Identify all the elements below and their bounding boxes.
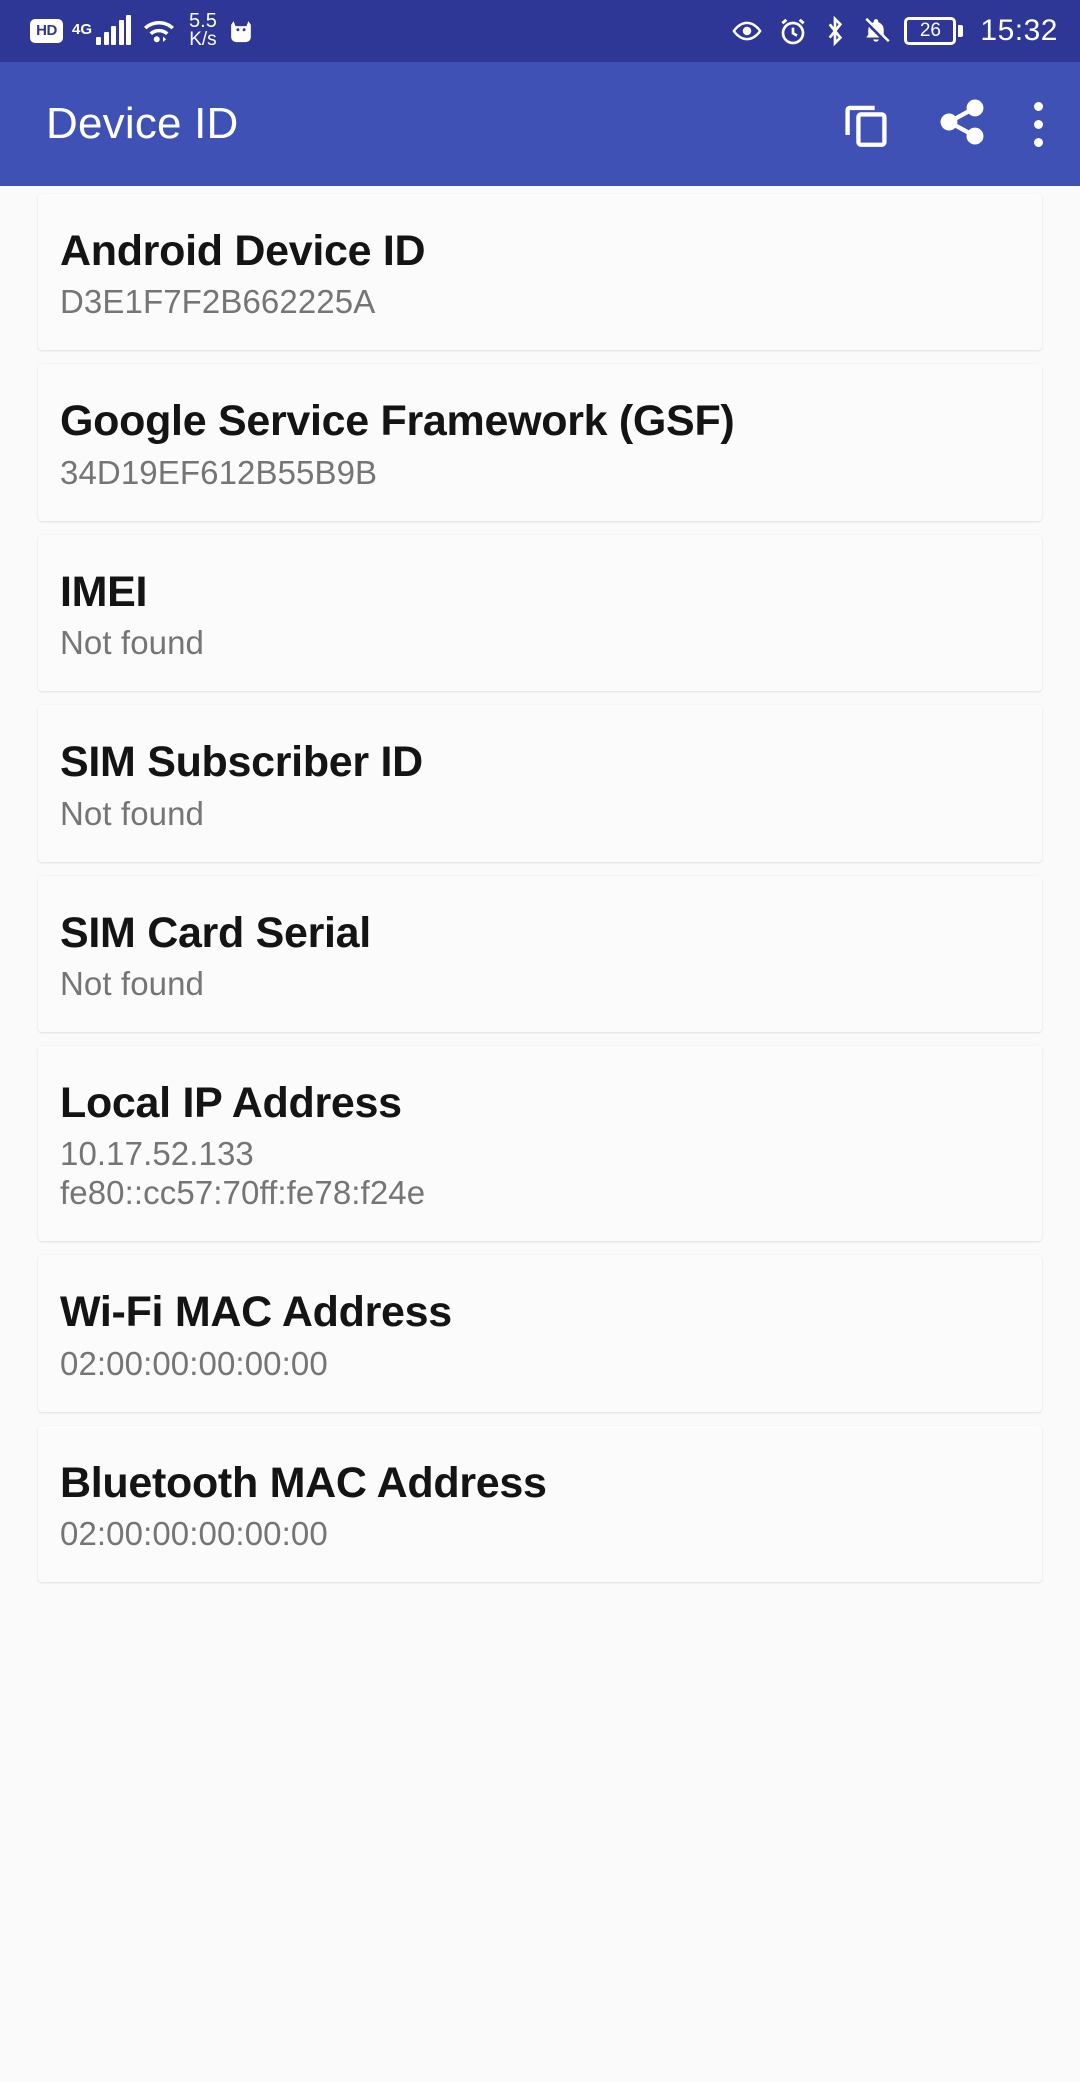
share-icon bbox=[936, 96, 988, 153]
info-card-label: SIM Card Serial bbox=[60, 908, 371, 957]
info-card-value: 34D19EF612B55B9B bbox=[60, 453, 378, 491]
info-card[interactable]: Android Device ID D3E1F7F2B662225A bbox=[38, 194, 1042, 351]
status-bar-right-icons: 26 15:32 bbox=[730, 14, 1058, 48]
info-card-label: Wi-Fi MAC Address bbox=[60, 1288, 452, 1337]
info-card-value: Not found bbox=[60, 964, 205, 1002]
info-card[interactable]: Wi-Fi MAC Address 02:00:00:00:00:00 bbox=[38, 1255, 1042, 1412]
info-card-label: SIM Subscriber ID bbox=[60, 738, 423, 787]
network-type-label: 4G bbox=[72, 21, 93, 39]
info-card-values: D3E1F7F2B662225A bbox=[38, 283, 1042, 322]
info-card-value: 02:00:00:00:00:00 bbox=[60, 1515, 328, 1552]
info-card-label: Google Service Framework (GSF) bbox=[60, 397, 735, 446]
info-card-value: Not found bbox=[60, 794, 205, 832]
overflow-menu-icon bbox=[1033, 101, 1043, 111]
info-card-value: 10.17.52.133 bbox=[60, 1135, 254, 1173]
signal-bars-icon bbox=[96, 14, 132, 45]
info-card-label: Bluetooth MAC Address bbox=[60, 1458, 547, 1507]
info-card[interactable]: Bluetooth MAC Address 02:00:00:00:00:00 bbox=[38, 1425, 1042, 1582]
battery-tip bbox=[958, 25, 964, 37]
wifi-icon bbox=[140, 16, 178, 46]
data-speed-unit: K/s bbox=[189, 29, 217, 51]
alarm-clock-icon bbox=[777, 15, 809, 47]
info-card-label: Local IP Address bbox=[60, 1078, 402, 1127]
eye-icon bbox=[730, 16, 764, 46]
info-card-values: Not found bbox=[38, 624, 1042, 663]
overflow-menu-icon bbox=[1033, 119, 1043, 129]
battery-level-label: 26 bbox=[904, 17, 957, 45]
info-card-value: Not found bbox=[60, 624, 205, 662]
info-card[interactable]: SIM Subscriber ID Not found bbox=[38, 705, 1042, 862]
clock-label: 15:32 bbox=[980, 14, 1058, 47]
info-card[interactable]: Google Service Framework (GSF) 34D19EF612… bbox=[38, 364, 1042, 521]
info-card-values: 02:00:00:00:00:00 bbox=[38, 1345, 1042, 1384]
page-title: Device ID bbox=[46, 99, 239, 148]
info-card-value: D3E1F7F2B662225A bbox=[60, 283, 376, 321]
cat-notification-icon bbox=[226, 15, 256, 47]
info-card-values: 34D19EF612B55B9B bbox=[38, 454, 1042, 493]
copy-icon bbox=[840, 96, 892, 153]
info-card-values: Not found bbox=[38, 965, 1042, 1004]
hd-voice-icon: HD bbox=[30, 18, 63, 43]
info-card-label: Android Device ID bbox=[60, 227, 426, 275]
overflow-menu-icon bbox=[1033, 137, 1043, 147]
data-speed-indicator: 5.5 K/s bbox=[189, 11, 217, 51]
info-card-label: IMEI bbox=[60, 567, 148, 616]
battery-icon: 26 bbox=[904, 17, 964, 45]
info-card[interactable]: Local IP Address10.17.52.133 fe80::cc57:7… bbox=[38, 1045, 1042, 1242]
status-bar-left-icons: HD 4G 5.5 K/s bbox=[30, 11, 256, 51]
info-card-value: 02:00:00:00:00:00 bbox=[60, 1344, 328, 1382]
info-card-values: 02:00:00:00:00:00 bbox=[38, 1515, 1042, 1554]
copy-all-button[interactable] bbox=[818, 76, 914, 172]
info-card[interactable]: IMEI Not found bbox=[38, 534, 1042, 692]
info-card-values: 10.17.52.133 fe80::cc57:70ff:fe78:f24e bbox=[38, 1135, 1042, 1213]
bluetooth-icon bbox=[822, 15, 848, 47]
status-bar: HD 4G 5.5 K/s 26 15:32 bbox=[0, 0, 1080, 62]
overflow-menu-button[interactable] bbox=[1010, 76, 1066, 172]
info-card[interactable]: SIM Card Serial Not found bbox=[38, 875, 1042, 1032]
info-card-value: fe80::cc57:70ff:fe78:f24e bbox=[60, 1174, 426, 1212]
share-button[interactable] bbox=[914, 76, 1010, 172]
device-id-list: Android Device ID D3E1F7F2B662225A Google … bbox=[0, 186, 1080, 1582]
info-card-values: Not found bbox=[38, 795, 1042, 834]
bell-muted-icon bbox=[861, 15, 891, 47]
app-bar: Device ID bbox=[0, 62, 1080, 186]
